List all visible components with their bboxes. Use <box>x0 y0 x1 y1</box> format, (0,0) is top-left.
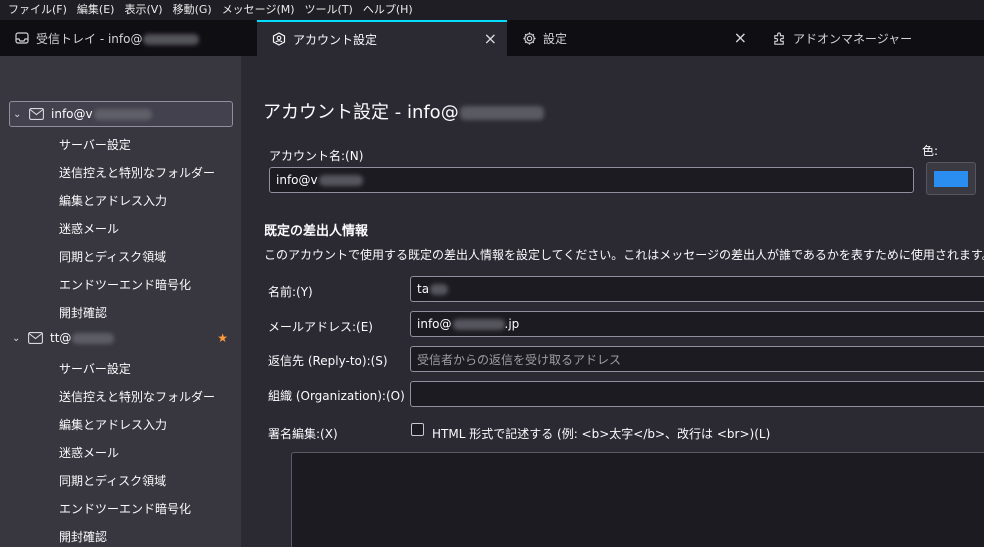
menu-file[interactable]: ファイル(F) <box>0 0 72 20</box>
sidebar-item-e2e-encryption[interactable]: エンドツーエンド暗号化 <box>59 276 191 293</box>
menu-bar: ファイル(F) 編集(E) 表示(V) 移動(G) メッセージ(M) ツール(T… <box>0 0 984 20</box>
page-title: アカウント設定 - info@ <box>263 98 544 124</box>
color-label: 色: <box>922 144 939 158</box>
chevron-down-icon[interactable]: ⌄ <box>13 109 27 120</box>
mail-account-icon <box>28 331 44 345</box>
account-tt-name: tt@ <box>50 331 72 345</box>
html-signature-checkbox[interactable] <box>411 423 424 436</box>
close-tab-account-settings-icon[interactable]: × <box>484 31 497 47</box>
sidebar-item-junk[interactable]: 迷惑メール <box>59 220 119 237</box>
sidebar-item-copies-folders[interactable]: 送信控えと特別なフォルダー <box>59 164 215 181</box>
tab-addons-label: アドオンマネージャー <box>793 31 913 46</box>
sidebar-item-return-receipts[interactable]: 開封確認 <box>59 304 107 321</box>
sidebar-item-junk[interactable]: 迷惑メール <box>59 444 119 461</box>
menu-tools[interactable]: ツール(T) <box>300 0 358 20</box>
default-account-star-icon: ★ <box>217 331 228 345</box>
account-name-input[interactable]: info@v <box>269 167 914 193</box>
close-tab-settings-icon[interactable]: × <box>734 30 747 46</box>
tab-bar: 受信トレイ - info@ アカウント設定 × 設定 × アドオンマネージャー <box>0 20 984 56</box>
mail-account-icon <box>29 107 45 121</box>
sidebar-item-composition[interactable]: 編集とアドレス入力 <box>59 416 167 433</box>
reply-to-input[interactable]: 受信者からの返信を受け取るアドレス <box>410 346 984 372</box>
html-signature-checkbox-label[interactable]: HTML 形式で記述する (例: <b>太字</b>、改行は <br>)(L) <box>432 425 770 442</box>
tab-inbox-label: 受信トレイ - info@ <box>36 31 143 46</box>
sidebar-item-return-receipts[interactable]: 開封確認 <box>59 528 107 545</box>
account-settings-icon <box>271 31 287 47</box>
account-tt[interactable]: ⌄ tt@ ★ <box>9 325 233 351</box>
account-info-name: info@v <box>51 107 93 121</box>
menu-view[interactable]: 表示(V) <box>119 0 167 20</box>
tab-settings-label: 設定 <box>543 31 568 46</box>
tab-settings[interactable]: 設定 × <box>507 20 757 56</box>
organization-input[interactable] <box>410 381 984 407</box>
sidebar-item-copies-folders[interactable]: 送信控えと特別なフォルダー <box>59 388 215 405</box>
account-tree-sidebar: ⌄ info@v サーバー設定 送信控えと特別なフォルダー 編集とアドレス入力 … <box>0 56 241 547</box>
name-label: 名前:(Y) <box>268 285 313 299</box>
sidebar-item-sync-disk[interactable]: 同期とディスク領域 <box>59 472 166 489</box>
sidebar-item-server-settings[interactable]: サーバー設定 <box>59 136 131 153</box>
email-label: メールアドレス:(E) <box>268 320 373 334</box>
signature-label: 署名編集:(X) <box>268 427 338 441</box>
email-input[interactable]: info@ .jp <box>410 311 984 337</box>
organization-label: 組織 (Organization):(O) <box>268 389 405 403</box>
account-name-label: アカウント名:(N) <box>269 149 364 163</box>
menu-help[interactable]: ヘルプ(H) <box>358 0 418 20</box>
tab-account-settings-label: アカウント設定 <box>293 32 378 47</box>
default-identity-heading: 既定の差出人情報 <box>264 224 369 239</box>
color-swatch <box>934 170 968 187</box>
menu-edit[interactable]: 編集(E) <box>72 0 120 20</box>
tab-inbox[interactable]: 受信トレイ - info@ <box>0 20 257 56</box>
menu-message[interactable]: メッセージ(M) <box>217 0 300 20</box>
account-color-picker[interactable] <box>926 162 976 195</box>
inbox-icon <box>14 30 30 46</box>
name-input[interactable]: ta <box>410 276 984 302</box>
signature-textarea[interactable] <box>291 452 984 547</box>
menu-go[interactable]: 移動(G) <box>168 0 217 20</box>
reply-to-label: 返信先 (Reply-to):(S) <box>268 354 388 368</box>
default-identity-description: このアカウントで使用する既定の差出人情報を設定してください。これはメッセージの差… <box>264 248 984 262</box>
puzzle-icon <box>771 30 787 46</box>
tab-addons[interactable]: アドオンマネージャー <box>757 20 984 56</box>
account-info[interactable]: ⌄ info@v <box>9 101 233 127</box>
sidebar-item-sync-disk[interactable]: 同期とディスク領域 <box>59 248 166 265</box>
sidebar-item-composition[interactable]: 編集とアドレス入力 <box>59 192 167 209</box>
sidebar-item-server-settings[interactable]: サーバー設定 <box>59 360 131 377</box>
gear-icon <box>521 30 537 46</box>
account-settings-panel: アカウント設定 - info@ アカウント名:(N) info@v 色: 既定の… <box>241 56 984 547</box>
chevron-down-icon[interactable]: ⌄ <box>12 333 26 344</box>
tab-account-settings[interactable]: アカウント設定 × <box>257 20 507 56</box>
sidebar-item-e2e-encryption[interactable]: エンドツーエンド暗号化 <box>59 500 191 517</box>
